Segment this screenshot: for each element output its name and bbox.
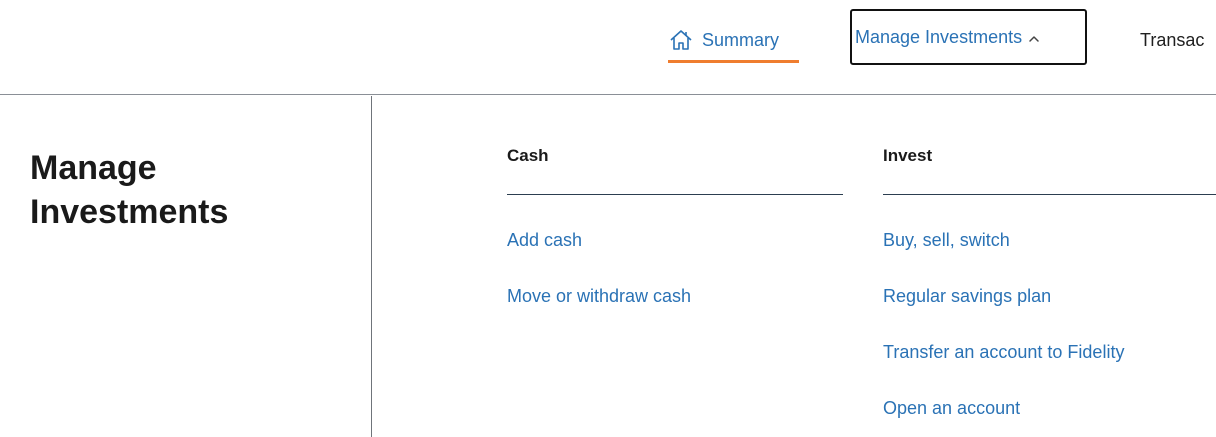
transfer-account-link[interactable]: Transfer an account to Fidelity bbox=[883, 342, 1124, 363]
cash-column-heading: Cash bbox=[507, 146, 549, 165]
buy-sell-switch-link[interactable]: Buy, sell, switch bbox=[883, 230, 1010, 251]
invest-column-heading: Invest bbox=[883, 146, 933, 165]
manage-investments-dropdown-panel: Manage Investments Cash Add cash Move or… bbox=[0, 96, 1216, 437]
nav-item-manage-investments-label: Manage Investments bbox=[855, 26, 1023, 47]
top-navigation: Summary Manage Investments Transac bbox=[0, 0, 1216, 95]
nav-item-transactions[interactable]: Transac bbox=[1140, 22, 1204, 58]
panel-title: Manage Investments bbox=[30, 149, 229, 232]
cash-column-rule bbox=[507, 194, 843, 195]
move-or-withdraw-cash-link[interactable]: Move or withdraw cash bbox=[507, 286, 691, 307]
nav-item-summary-label: Summary bbox=[702, 29, 780, 50]
home-icon bbox=[670, 30, 692, 50]
active-tab-indicator bbox=[668, 60, 799, 63]
add-cash-link[interactable]: Add cash bbox=[507, 230, 582, 251]
open-account-link[interactable]: Open an account bbox=[883, 398, 1020, 419]
panel-divider bbox=[371, 96, 372, 437]
invest-column-rule bbox=[883, 194, 1216, 195]
regular-savings-plan-link[interactable]: Regular savings plan bbox=[883, 286, 1051, 307]
nav-item-manage-investments[interactable]: Manage Investments bbox=[850, 9, 1087, 65]
nav-item-transactions-label: Transac bbox=[1140, 29, 1205, 50]
chevron-up-icon bbox=[1029, 36, 1039, 42]
nav-item-summary[interactable]: Summary bbox=[668, 22, 779, 58]
